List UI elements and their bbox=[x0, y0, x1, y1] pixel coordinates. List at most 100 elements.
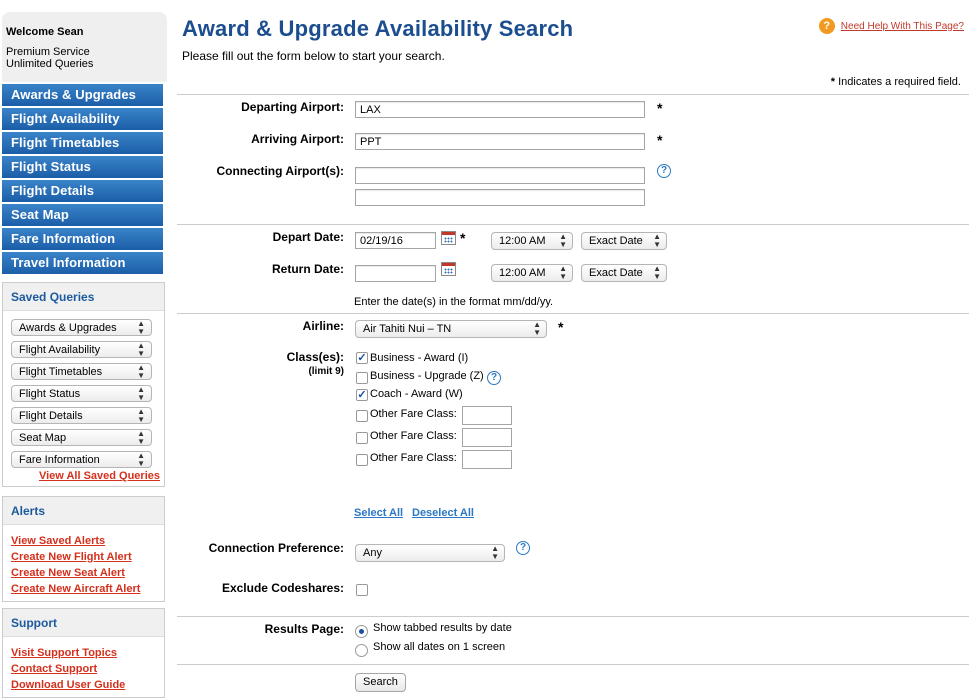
airline-select[interactable]: Air Tahiti Nui – TN ▲ ▼ bbox=[355, 320, 547, 338]
updown-arrows-icon: ▲ ▼ bbox=[137, 406, 145, 424]
results-all-dates-label: Show all dates on 1 screen bbox=[373, 641, 506, 653]
updown-arrows-icon: ▲ ▼ bbox=[137, 362, 145, 380]
support-title: Support bbox=[3, 609, 164, 637]
updown-arrows-icon: ▲ ▼ bbox=[137, 318, 145, 336]
results-all-dates-radio[interactable] bbox=[355, 644, 368, 657]
connecting-airport-input-2[interactable] bbox=[355, 189, 645, 206]
connecting-help-icon[interactable]: ? bbox=[657, 164, 671, 178]
class-business-award-checkbox[interactable]: ✓ bbox=[356, 352, 368, 364]
select-value: Awards & Upgrades bbox=[19, 321, 117, 334]
results-tabbed-label: Show tabbed results by date bbox=[373, 622, 512, 634]
saved-query-seatmap-select[interactable]: Seat Map ▲ ▼ bbox=[11, 429, 152, 446]
saved-query-availability-select[interactable]: Flight Availability ▲ ▼ bbox=[11, 341, 152, 358]
updown-arrows-icon: ▲ ▼ bbox=[653, 264, 661, 281]
depart-exact-select[interactable]: Exact Date ▲ ▼ bbox=[581, 232, 667, 250]
divider bbox=[177, 616, 969, 617]
arriving-airport-input[interactable] bbox=[355, 133, 645, 150]
calendar-icon[interactable] bbox=[441, 231, 456, 245]
visit-support-topics-link[interactable]: Visit Support Topics bbox=[11, 645, 164, 661]
depart-time-select[interactable]: 12:00 AM ▲ ▼ bbox=[491, 232, 573, 250]
view-all-saved-queries-link[interactable]: View All Saved Queries bbox=[11, 470, 164, 482]
other-fare-class-input-1[interactable] bbox=[462, 406, 512, 425]
search-button[interactable]: Search bbox=[355, 673, 406, 692]
nav-flight-status[interactable]: Flight Status bbox=[2, 156, 163, 178]
class-business-award-label: Business - Award (I) bbox=[370, 352, 469, 364]
return-date-label: Return Date: bbox=[271, 262, 344, 276]
nav-fare-information[interactable]: Fare Information bbox=[2, 228, 163, 250]
select-value: Any bbox=[363, 547, 382, 559]
download-user-guide-link[interactable]: Download User Guide bbox=[11, 677, 164, 693]
saved-query-awards-select[interactable]: Awards & Upgrades ▲ ▼ bbox=[11, 319, 152, 336]
create-aircraft-alert-link[interactable]: Create New Aircraft Alert bbox=[11, 581, 164, 597]
connection-preference-label: Connection Preference: bbox=[208, 541, 344, 555]
query-allowance: Unlimited Queries bbox=[6, 58, 94, 70]
page-subtitle: Please fill out the form below to start … bbox=[182, 49, 445, 63]
other-fare-class-checkbox-1[interactable] bbox=[356, 410, 368, 422]
saved-query-fare-select[interactable]: Fare Information ▲ ▼ bbox=[11, 451, 152, 468]
select-all-link[interactable]: Select All bbox=[354, 507, 403, 519]
other-fare-class-checkbox-2[interactable] bbox=[356, 432, 368, 444]
welcome-panel: Welcome Sean Premium Service Unlimited Q… bbox=[2, 12, 167, 82]
create-flight-alert-link[interactable]: Create New Flight Alert bbox=[11, 549, 164, 565]
return-time-select[interactable]: 12:00 AM ▲ ▼ bbox=[491, 264, 573, 282]
depart-date-input[interactable] bbox=[355, 232, 436, 249]
arriving-airport-label: Arriving Airport: bbox=[251, 132, 344, 146]
required-field-note: * Indicates a required field. bbox=[831, 76, 961, 88]
connection-help-icon[interactable]: ? bbox=[516, 541, 530, 555]
select-value: Air Tahiti Nui – TN bbox=[363, 323, 452, 335]
select-value: Flight Availability bbox=[19, 343, 101, 356]
view-saved-alerts-link[interactable]: View Saved Alerts bbox=[11, 533, 164, 549]
return-date-input[interactable] bbox=[355, 265, 436, 282]
classes-label: Class(es): bbox=[286, 350, 344, 364]
other-fare-class-checkbox-3[interactable] bbox=[356, 454, 368, 466]
nav-awards-upgrades[interactable]: Awards & Upgrades bbox=[2, 84, 163, 106]
class-business-upgrade-label: Business - Upgrade (Z) bbox=[370, 370, 484, 382]
divider bbox=[177, 224, 969, 225]
help-link-area[interactable]: ? Need Help With This Page? bbox=[818, 18, 964, 34]
class-coach-award-checkbox[interactable]: ✓ bbox=[356, 389, 368, 401]
select-value: Exact Date bbox=[589, 267, 643, 279]
calendar-icon[interactable] bbox=[441, 262, 456, 276]
deselect-all-link[interactable]: Deselect All bbox=[412, 507, 474, 519]
saved-query-timetables-select[interactable]: Flight Timetables ▲ ▼ bbox=[11, 363, 152, 380]
create-seat-alert-link[interactable]: Create New Seat Alert bbox=[11, 565, 164, 581]
departing-airport-label: Departing Airport: bbox=[241, 100, 344, 114]
divider bbox=[177, 664, 969, 665]
nav-flight-availability[interactable]: Flight Availability bbox=[2, 108, 163, 130]
saved-query-details-select[interactable]: Flight Details ▲ ▼ bbox=[11, 407, 152, 424]
connecting-airport-input-1[interactable] bbox=[355, 167, 645, 184]
other-fare-class-input-3[interactable] bbox=[462, 450, 512, 469]
updown-arrows-icon: ▲ ▼ bbox=[137, 428, 145, 446]
required-star: * bbox=[558, 319, 564, 335]
nav-flight-timetables[interactable]: Flight Timetables bbox=[2, 132, 163, 154]
updown-arrows-icon: ▲ ▼ bbox=[491, 544, 499, 561]
class-business-upgrade-checkbox[interactable] bbox=[356, 372, 368, 384]
saved-query-status-select[interactable]: Flight Status ▲ ▼ bbox=[11, 385, 152, 402]
updown-arrows-icon: ▲ ▼ bbox=[533, 320, 541, 337]
return-exact-select[interactable]: Exact Date ▲ ▼ bbox=[581, 264, 667, 282]
welcome-text: Welcome Sean bbox=[6, 26, 84, 38]
connecting-airports-label: Connecting Airport(s): bbox=[216, 164, 344, 178]
other-fare-class-input-2[interactable] bbox=[462, 428, 512, 447]
updown-arrows-icon: ▲ ▼ bbox=[137, 384, 145, 402]
select-value: Fare Information bbox=[19, 453, 100, 466]
upgrade-help-icon[interactable]: ? bbox=[487, 371, 501, 385]
saved-queries-box: Saved Queries Awards & Upgrades ▲ ▼ Flight… bbox=[2, 282, 165, 487]
select-value: 12:00 AM bbox=[499, 267, 546, 279]
updown-arrows-icon: ▲ ▼ bbox=[653, 232, 661, 249]
required-star: * bbox=[830, 76, 836, 88]
nav-flight-details[interactable]: Flight Details bbox=[2, 180, 163, 202]
divider bbox=[177, 313, 969, 314]
updown-arrows-icon: ▲ ▼ bbox=[137, 340, 145, 358]
select-value: Flight Timetables bbox=[19, 365, 103, 378]
exclude-codeshares-checkbox[interactable] bbox=[356, 584, 368, 596]
contact-support-link[interactable]: Contact Support bbox=[11, 661, 164, 677]
nav-seat-map[interactable]: Seat Map bbox=[2, 204, 163, 226]
alerts-box: Alerts View Saved Alerts Create New Flig… bbox=[2, 496, 165, 602]
departing-airport-input[interactable] bbox=[355, 101, 645, 118]
nav-travel-information[interactable]: Travel Information bbox=[2, 252, 163, 274]
required-note-text: Indicates a required field. bbox=[838, 76, 961, 88]
need-help-link[interactable]: Need Help With This Page? bbox=[841, 21, 964, 32]
connection-preference-select[interactable]: Any ▲ ▼ bbox=[355, 544, 505, 562]
results-tabbed-radio[interactable] bbox=[355, 625, 368, 638]
